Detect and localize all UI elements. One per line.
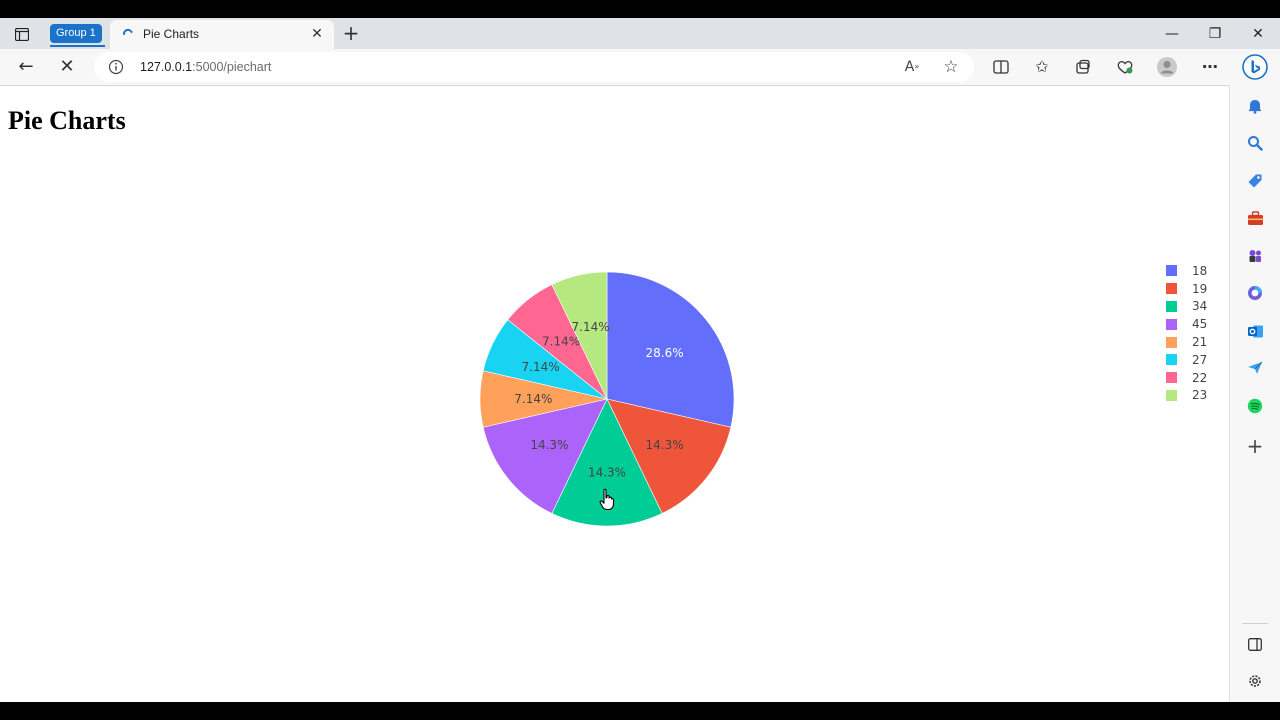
active-tab[interactable]: Pie Charts ✕ — [110, 20, 334, 49]
legend-swatch — [1166, 336, 1177, 348]
url-host: 127.0.0.1 — [140, 60, 193, 74]
pie-slice-label-27: 7.14% — [522, 360, 560, 374]
legend-swatch — [1166, 354, 1177, 366]
shopping-tag-icon[interactable] — [1244, 170, 1266, 192]
favorites-icon[interactable]: ✩ — [1031, 56, 1053, 78]
url-text[interactable]: 127.0.0.1:5000/piechart — [140, 60, 271, 74]
legend-swatch — [1166, 265, 1177, 277]
tab-actions-icon — [15, 27, 29, 41]
pie-slice-label-23: 7.14% — [572, 320, 610, 334]
legend-label: 45 — [1192, 317, 1208, 332]
legend-label: 27 — [1192, 352, 1208, 367]
outlook-icon[interactable] — [1244, 320, 1266, 342]
more-menu-icon[interactable]: ⋯ — [1199, 56, 1221, 78]
read-aloud-icon[interactable]: A» — [902, 57, 922, 77]
legend-label: 22 — [1192, 370, 1208, 385]
tools-briefcase-icon[interactable] — [1244, 207, 1266, 229]
legend-item-23[interactable]: 23 — [1162, 387, 1207, 405]
favorite-star-icon[interactable]: ☆ — [941, 57, 961, 77]
legend-swatch — [1166, 389, 1177, 401]
info-icon[interactable] — [108, 59, 124, 75]
spotify-icon[interactable] — [1244, 395, 1266, 417]
settings-gear-icon[interactable] — [1244, 670, 1266, 692]
restore-button[interactable]: ❐ — [1200, 22, 1230, 46]
pie-slice-label-34: 14.3% — [588, 466, 626, 480]
legend-item-19[interactable]: 19 — [1162, 280, 1207, 298]
browser-toolbar: ← ✕ 127.0.0.1:5000/piechart A» ☆ ✩ ⋯ — [0, 49, 1280, 86]
legend-item-18[interactable]: 18 — [1162, 262, 1207, 280]
address-bar[interactable]: 127.0.0.1:5000/piechart A» ☆ — [94, 52, 974, 82]
legend-label: 18 — [1192, 263, 1208, 278]
legend-label: 34 — [1192, 299, 1208, 314]
legend-item-22[interactable]: 22 — [1162, 369, 1207, 387]
browser-window: Group 1 Pie Charts ✕ + — ❐ ✕ ← ✕ 127.0.0… — [0, 18, 1280, 702]
split-screen-icon[interactable] — [990, 56, 1012, 78]
legend-label: 23 — [1192, 388, 1208, 403]
title-bar: Group 1 Pie Charts ✕ + — ❐ ✕ — [0, 18, 1280, 49]
legend-label: 21 — [1192, 335, 1208, 350]
legend-swatch — [1166, 318, 1177, 330]
url-path: :5000/piechart — [192, 60, 272, 74]
legend-item-27[interactable]: 27 — [1162, 351, 1207, 369]
profile-avatar[interactable] — [1156, 56, 1178, 78]
collections-icon[interactable] — [1072, 56, 1094, 78]
microsoft-365-icon[interactable] — [1244, 282, 1266, 304]
legend-swatch — [1166, 300, 1177, 312]
add-sidebar-app-icon[interactable]: + — [1244, 434, 1266, 458]
sidebar-divider — [1242, 623, 1268, 624]
pie-slice-label-22: 7.14% — [542, 334, 580, 348]
bing-copilot-icon[interactable] — [1242, 54, 1268, 80]
notifications-bell-icon[interactable] — [1244, 95, 1266, 117]
legend-item-34[interactable]: 34 — [1162, 298, 1207, 316]
hide-sidebar-icon[interactable] — [1244, 633, 1266, 655]
legend-swatch — [1166, 283, 1177, 295]
legend-item-45[interactable]: 45 — [1162, 315, 1207, 333]
new-tab-button[interactable]: + — [340, 22, 362, 44]
tab-title: Pie Charts — [143, 27, 200, 41]
tab-actions-button[interactable] — [8, 24, 36, 44]
loading-spinner-icon — [122, 28, 133, 35]
page-content: Pie Charts 28.6% 14.3% 14.3% 14.3% 7.14% 7.14… — [0, 86, 1228, 702]
pie-slice-label-19: 14.3% — [646, 438, 684, 452]
legend-label: 19 — [1192, 281, 1208, 296]
pie-slice-label-21: 7.14% — [514, 392, 552, 406]
pie-slice-label-45: 14.3% — [530, 438, 568, 452]
back-button[interactable]: ← — [14, 55, 38, 79]
chart-legend: 18 19 34 45 21 27 22 23 — [1162, 262, 1207, 404]
minimize-button[interactable]: — — [1157, 22, 1187, 46]
pie-chart[interactable]: 28.6%14.3%14.3%14.3%7.14%7.14%7.14%7.14% — [0, 86, 1150, 702]
tab-group-chip[interactable]: Group 1 — [50, 24, 102, 43]
close-window-button[interactable]: ✕ — [1243, 22, 1273, 46]
legend-item-21[interactable]: 21 — [1162, 333, 1207, 351]
tab-group-underline — [50, 45, 105, 47]
legend-swatch — [1166, 372, 1177, 384]
browser-essentials-icon[interactable] — [1114, 56, 1136, 78]
stop-loading-button[interactable]: ✕ — [55, 55, 79, 79]
games-icon[interactable] — [1244, 245, 1266, 267]
search-icon[interactable] — [1244, 132, 1266, 154]
hand-cursor-icon — [599, 488, 615, 511]
pie-slice-label-18: 28.6% — [646, 346, 684, 360]
close-tab-icon[interactable]: ✕ — [308, 25, 326, 43]
send-arrow-icon[interactable] — [1244, 357, 1266, 379]
edge-sidebar: + — [1229, 85, 1280, 702]
